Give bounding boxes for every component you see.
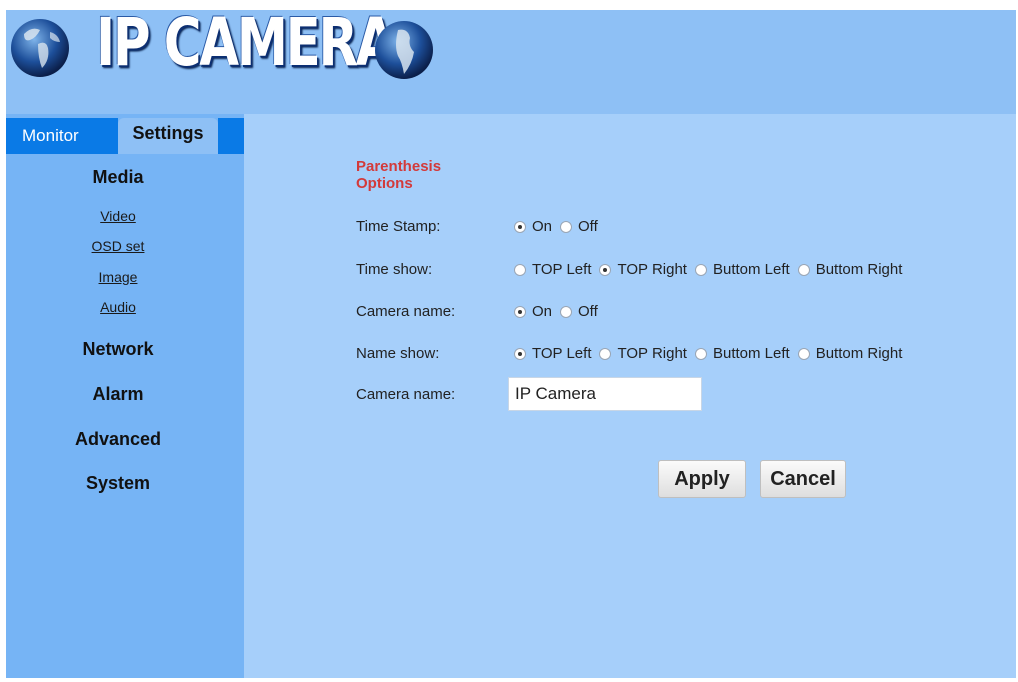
globe-right-icon — [375, 21, 433, 79]
globe-left-icon — [11, 19, 69, 77]
option-label: TOP Right — [617, 345, 687, 362]
radio-button[interactable] — [560, 220, 573, 233]
cancel-button[interactable]: Cancel — [760, 460, 846, 498]
camera-name-on-option[interactable]: On — [514, 303, 552, 320]
time-stamp-label: Time Stamp: — [356, 218, 441, 235]
radio-button[interactable] — [514, 305, 526, 318]
time-show-radio-group: TOP Left TOP Right Buttom Left Buttom Ri… — [514, 261, 910, 278]
name-show-top-right-option[interactable]: TOP Right — [599, 345, 687, 362]
name-show-label: Name show: — [356, 345, 440, 362]
radio-button[interactable] — [694, 263, 707, 276]
sidebar-subitem-osd-set[interactable]: OSD set — [6, 238, 230, 254]
tab-settings[interactable]: Settings — [118, 118, 218, 154]
radio-button[interactable] — [797, 263, 810, 276]
time-stamp-on-option[interactable]: On — [514, 218, 552, 235]
section-title: Parenthesis Options — [356, 158, 442, 192]
option-label: Buttom Left — [712, 345, 790, 362]
option-label: TOP Left — [532, 345, 592, 362]
sidebar-item-advanced[interactable]: Advanced — [6, 429, 230, 450]
option-label: On — [532, 303, 553, 320]
radio-button[interactable] — [514, 347, 526, 360]
sidebar-item-network[interactable]: Network — [6, 339, 230, 360]
camera-name-radio-group: On Off — [514, 303, 606, 320]
sidebar-item-media[interactable]: Media — [6, 167, 230, 188]
option-label: On — [532, 218, 553, 235]
camera-name-toggle-label: Camera name: — [356, 303, 456, 320]
option-label: TOP Left — [532, 261, 592, 278]
apply-button[interactable]: Apply — [658, 460, 746, 498]
camera-name-input[interactable] — [508, 377, 702, 411]
time-stamp-off-option[interactable]: Off — [560, 218, 598, 235]
option-label: Buttom Right — [815, 261, 903, 278]
sidebar: Monitor Settings Media Video OSD set Ima… — [6, 114, 244, 678]
tab-bar: Monitor Settings — [6, 114, 244, 154]
time-show-label: Time show: — [356, 261, 433, 278]
settings-panel: Parenthesis Options Time Stamp: On Off T… — [244, 114, 1016, 678]
radio-button[interactable] — [599, 263, 612, 276]
time-show-bottom-left-option[interactable]: Buttom Left — [694, 261, 790, 278]
sidebar-item-alarm[interactable]: Alarm — [6, 384, 230, 405]
time-show-bottom-right-option[interactable]: Buttom Right — [797, 261, 903, 278]
sidebar-item-system[interactable]: System — [6, 473, 230, 494]
sidebar-subitem-image[interactable]: Image — [6, 269, 230, 285]
name-show-radio-group: TOP Left TOP Right Buttom Left Buttom Ri… — [514, 345, 910, 362]
option-label: Buttom Left — [712, 261, 790, 278]
sidebar-subitem-video[interactable]: Video — [6, 208, 230, 224]
radio-button[interactable] — [560, 305, 573, 318]
radio-button[interactable] — [599, 347, 612, 360]
header-banner: IP CAMERA — [6, 4, 1016, 114]
name-show-top-left-option[interactable]: TOP Left — [514, 345, 591, 362]
option-label: Buttom Right — [815, 345, 903, 362]
time-show-top-left-option[interactable]: TOP Left — [514, 261, 591, 278]
radio-button[interactable] — [514, 220, 526, 233]
option-label: TOP Right — [617, 261, 687, 278]
radio-button[interactable] — [797, 347, 810, 360]
logo-text: IP CAMERA — [96, 4, 396, 81]
tab-bar-filler — [218, 118, 244, 154]
camera-name-text-label: Camera name: — [356, 386, 456, 403]
app-frame: IP CAMERA Monitor Settings Media Video O… — [6, 4, 1016, 678]
radio-button[interactable] — [694, 347, 707, 360]
name-show-bottom-right-option[interactable]: Buttom Right — [797, 345, 903, 362]
time-show-top-right-option[interactable]: TOP Right — [599, 261, 687, 278]
option-label: Off — [578, 303, 598, 320]
radio-button[interactable] — [514, 263, 526, 276]
time-stamp-radio-group: On Off — [514, 218, 606, 235]
tab-monitor[interactable]: Monitor — [6, 118, 118, 154]
camera-name-off-option[interactable]: Off — [560, 303, 598, 320]
sidebar-subitem-audio[interactable]: Audio — [6, 299, 230, 315]
name-show-bottom-left-option[interactable]: Buttom Left — [694, 345, 790, 362]
option-label: Off — [578, 218, 598, 235]
